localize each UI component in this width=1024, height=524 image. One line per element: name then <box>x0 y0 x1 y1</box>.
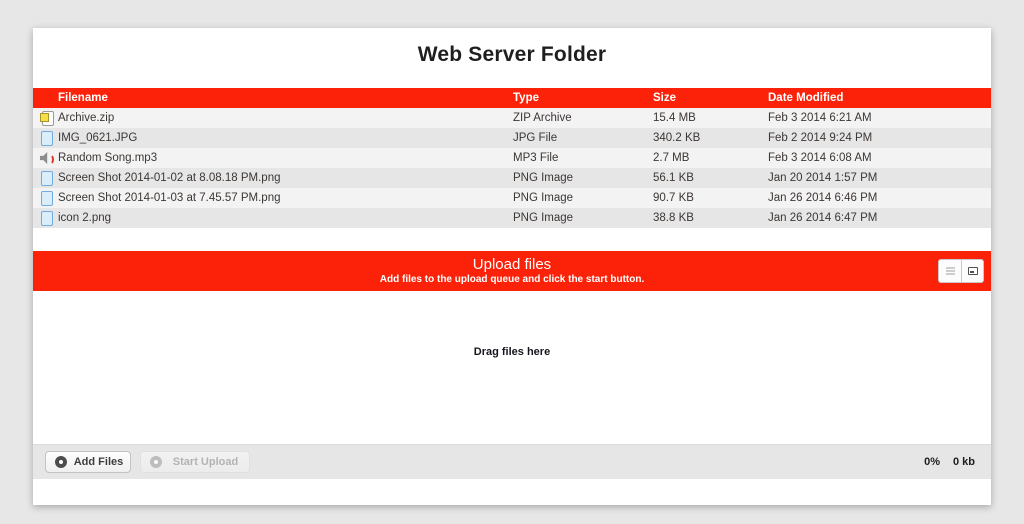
view-toggle-group <box>938 259 984 283</box>
thumbnail-view-icon <box>968 267 978 275</box>
file-name[interactable]: Random Song.mp3 <box>58 152 157 164</box>
file-date-modified: Feb 3 2014 6:08 AM <box>768 148 991 168</box>
file-size: 2.7 MB <box>653 148 768 168</box>
image-file-icon <box>40 131 54 145</box>
total-size: 0 kb <box>953 456 975 468</box>
file-type: JPG File <box>513 128 653 148</box>
upload-widget: Upload files Add files to the upload que… <box>33 251 991 479</box>
column-header-type: Type <box>513 88 653 108</box>
file-name[interactable]: IMG_0621.JPG <box>58 132 137 144</box>
drag-files-dropzone[interactable]: Drag files here <box>33 291 991 444</box>
zip-file-icon <box>40 111 54 125</box>
table-row[interactable]: Screen Shot 2014-01-02 at 8.08.18 PM.png… <box>33 168 991 188</box>
file-type: MP3 File <box>513 148 653 168</box>
list-view-icon <box>946 270 955 272</box>
upload-toolbar: Add Files Start Upload 0% 0 kb <box>33 444 991 479</box>
column-header-date-modified: Date Modified <box>768 88 991 108</box>
list-view-button[interactable] <box>938 259 961 283</box>
thumbnail-view-button[interactable] <box>961 259 984 283</box>
file-size: 90.7 KB <box>653 188 768 208</box>
upload-title: Upload files <box>33 256 991 273</box>
add-circle-icon <box>55 456 67 468</box>
image-file-icon <box>40 171 54 185</box>
add-files-button[interactable]: Add Files <box>45 451 131 473</box>
table-row[interactable]: icon 2.png PNG Image 38.8 KB Jan 26 2014… <box>33 208 991 228</box>
web-server-folder-panel: Web Server Folder Filename Type Size Dat… <box>33 28 991 505</box>
start-circle-icon <box>150 456 162 468</box>
page-title: Web Server Folder <box>33 28 991 88</box>
file-size: 340.2 KB <box>653 128 768 148</box>
file-name[interactable]: icon 2.png <box>58 212 111 224</box>
start-upload-button[interactable]: Start Upload <box>140 451 250 473</box>
file-table-header: Filename Type Size Date Modified <box>33 88 991 108</box>
file-size: 56.1 KB <box>653 168 768 188</box>
file-type: PNG Image <box>513 168 653 188</box>
file-size: 38.8 KB <box>653 208 768 228</box>
file-date-modified: Jan 26 2014 6:47 PM <box>768 208 991 228</box>
file-name[interactable]: Screen Shot 2014-01-02 at 8.08.18 PM.png <box>58 172 281 184</box>
file-name[interactable]: Screen Shot 2014-01-03 at 7.45.57 PM.png <box>58 192 281 204</box>
file-name[interactable]: Archive.zip <box>58 112 114 124</box>
file-type: PNG Image <box>513 188 653 208</box>
upload-header: Upload files Add files to the upload que… <box>33 251 991 291</box>
file-date-modified: Jan 20 2014 1:57 PM <box>768 168 991 188</box>
table-row[interactable]: Screen Shot 2014-01-03 at 7.45.57 PM.png… <box>33 188 991 208</box>
file-date-modified: Jan 26 2014 6:46 PM <box>768 188 991 208</box>
image-file-icon <box>40 191 54 205</box>
file-type: PNG Image <box>513 208 653 228</box>
file-table: Filename Type Size Date Modified Archive… <box>33 88 991 228</box>
table-row[interactable]: IMG_0621.JPG JPG File 340.2 KB Feb 2 201… <box>33 128 991 148</box>
file-size: 15.4 MB <box>653 108 768 128</box>
progress-percent: 0% <box>924 456 940 468</box>
table-row[interactable]: Random Song.mp3 MP3 File 2.7 MB Feb 3 20… <box>33 148 991 168</box>
file-type: ZIP Archive <box>513 108 653 128</box>
column-header-size: Size <box>653 88 768 108</box>
upload-subtitle: Add files to the upload queue and click … <box>33 273 991 286</box>
image-file-icon <box>40 211 54 225</box>
file-date-modified: Feb 2 2014 9:24 PM <box>768 128 991 148</box>
column-header-filename: Filename <box>33 88 513 108</box>
upload-stats: 0% 0 kb <box>924 456 975 468</box>
file-date-modified: Feb 3 2014 6:21 AM <box>768 108 991 128</box>
audio-file-icon <box>40 151 54 165</box>
table-row[interactable]: Archive.zip ZIP Archive 15.4 MB Feb 3 20… <box>33 108 991 128</box>
